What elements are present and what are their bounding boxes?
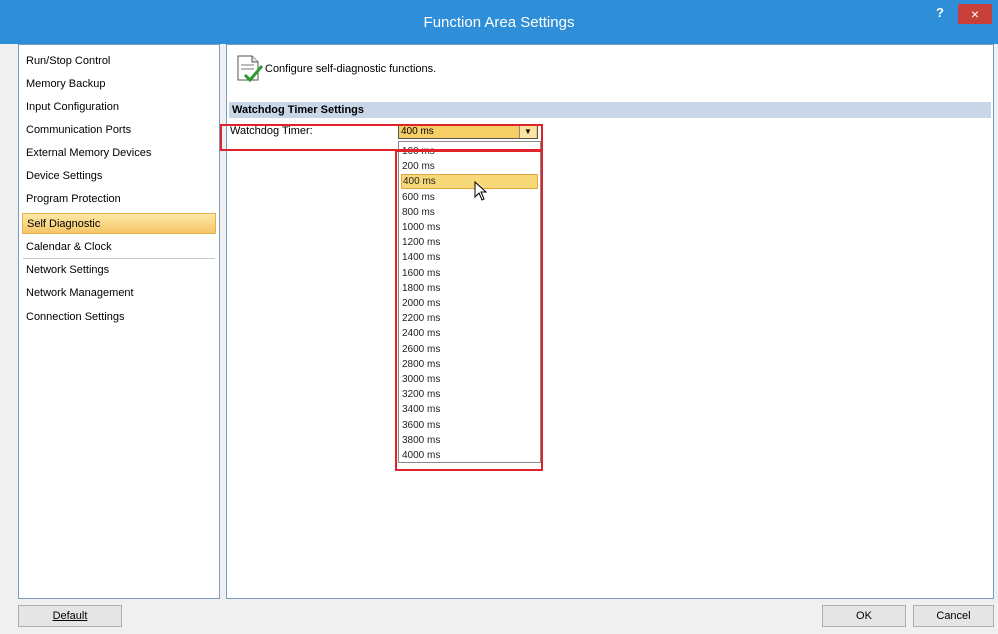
annotation-highlight-dropdown-list [395, 150, 543, 471]
sidebar-panel: Run/Stop Control Memory Backup Input Confi… [18, 44, 220, 599]
ok-button[interactable]: OK [822, 605, 906, 627]
sidebar-item[interactable]: Network Settings [22, 260, 216, 281]
checklist-icon [237, 55, 263, 83]
sidebar-item[interactable]: Communication Ports [22, 120, 216, 141]
sidebar-item[interactable]: Device Settings [22, 166, 216, 187]
sidebar-item[interactable]: Calendar & Clock [22, 237, 216, 258]
close-button[interactable]: × [958, 4, 992, 24]
section-header: Watchdog Timer Settings [229, 102, 991, 118]
sidebar-item[interactable]: Run/Stop Control [22, 51, 216, 72]
sidebar-item[interactable]: External Memory Devices [22, 143, 216, 164]
sidebar-item[interactable]: Self Diagnostic [22, 213, 216, 234]
sidebar-item[interactable]: Network Management [22, 283, 216, 304]
window-title: Function Area Settings [423, 14, 575, 31]
sidebar-item[interactable]: Input Configuration [22, 97, 216, 118]
sidebar-item[interactable]: Program Protection [22, 189, 216, 210]
help-button[interactable]: ? [928, 4, 952, 22]
sidebar-item[interactable]: Memory Backup [22, 74, 216, 95]
sidebar-divider [23, 258, 215, 259]
annotation-highlight-watchdog-field [220, 124, 543, 151]
default-button-label: Default [52, 610, 88, 622]
sidebar-item[interactable]: Connection Settings [22, 307, 216, 328]
description-text: Configure self-diagnostic functions. [265, 63, 437, 75]
cancel-button[interactable]: Cancel [913, 605, 994, 627]
default-button[interactable]: Default [18, 605, 122, 627]
